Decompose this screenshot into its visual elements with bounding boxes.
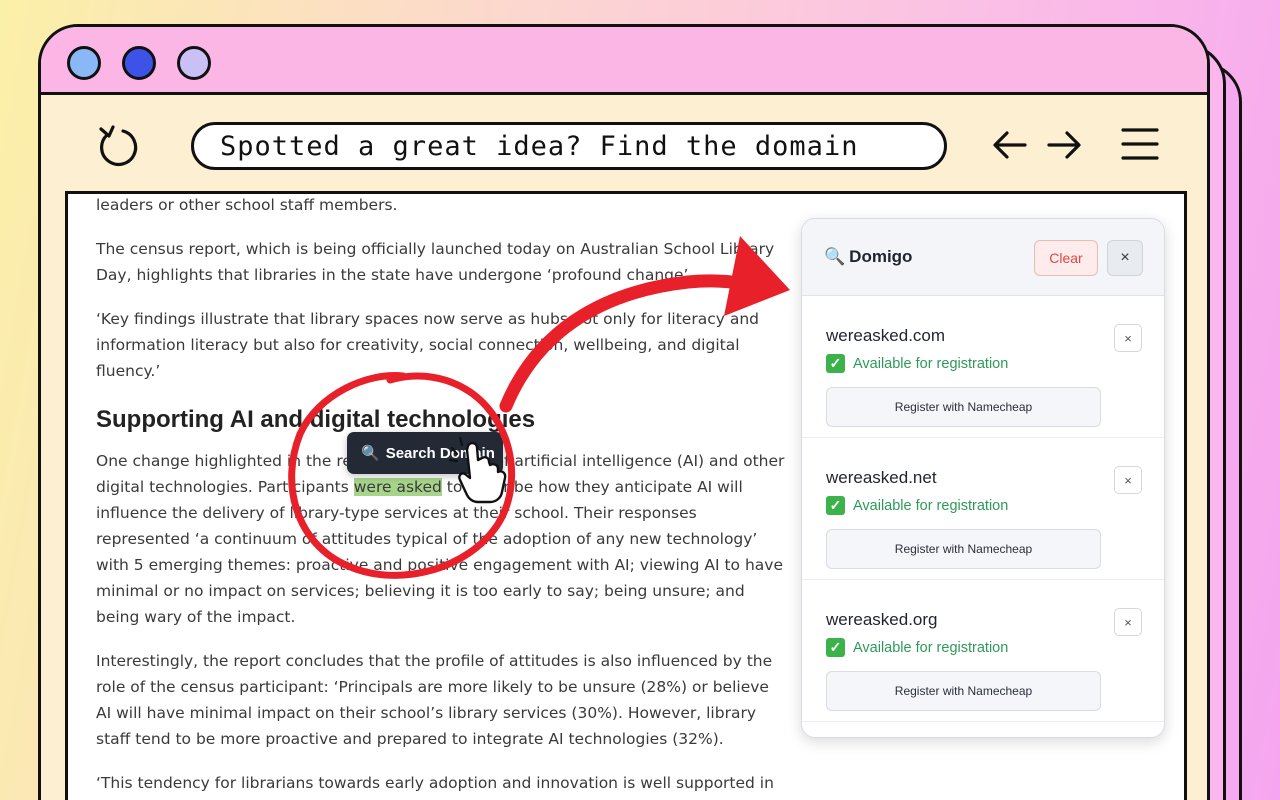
register-button[interactable]: Register with Namecheap	[826, 387, 1101, 427]
reload-icon[interactable]	[93, 121, 141, 169]
hand-cursor-icon	[448, 436, 507, 504]
availability-status: ✓ Available for registration	[826, 354, 1008, 373]
address-text: Spotted a great idea? Find the domain	[220, 130, 859, 162]
check-icon: ✓	[826, 496, 845, 515]
window-dot-1[interactable]	[67, 46, 101, 80]
title-bar	[41, 27, 1207, 95]
clear-button[interactable]: Clear	[1034, 240, 1098, 276]
remove-result-button[interactable]: ×	[1114, 324, 1142, 352]
availability-text: Available for registration	[853, 497, 1009, 514]
back-arrow-icon[interactable]	[991, 127, 1029, 163]
availability-text: Available for registration	[853, 639, 1009, 656]
annotation-arrow	[499, 274, 767, 413]
availability-status: ✓ Available for registration	[826, 638, 1008, 657]
magnifier-icon: 🔍	[824, 247, 846, 266]
check-icon: ✓	[826, 354, 845, 373]
browser-toolbar: Spotted a great idea? Find the domain	[41, 95, 1207, 193]
panel-header: 🔍 Domigo Clear ×	[802, 219, 1164, 296]
remove-result-button[interactable]: ×	[1114, 466, 1142, 494]
forward-arrow-icon[interactable]	[1045, 127, 1083, 163]
page-content: leaders or other school staff members. T…	[65, 191, 1187, 800]
panel-title: 🔍 Domigo	[824, 247, 912, 267]
domain-name: wereasked.com	[826, 326, 946, 345]
window-dot-2[interactable]	[122, 46, 156, 80]
availability-status: ✓ Available for registration	[826, 496, 1008, 515]
window-dot-3[interactable]	[177, 46, 211, 80]
address-bar[interactable]: Spotted a great idea? Find the domain	[191, 122, 947, 170]
menu-icon[interactable]	[1121, 125, 1159, 163]
panel-title-text: Domigo	[849, 247, 913, 266]
close-icon[interactable]: ×	[1107, 240, 1143, 276]
register-button[interactable]: Register with Namecheap	[826, 671, 1101, 711]
domain-result: wereasked.net ✓ Available for registratio…	[802, 438, 1164, 580]
domain-name: wereasked.org	[826, 610, 938, 629]
remove-result-button[interactable]: ×	[1114, 608, 1142, 636]
browser-window: Spotted a great idea? Find the domain le…	[38, 24, 1210, 800]
domain-result: wereasked.com ✓ Available for registratio…	[802, 296, 1164, 438]
domigo-panel: 🔍 Domigo Clear × wereasked.com ✓ Availabl…	[801, 218, 1165, 738]
annotation-arrow-head	[724, 236, 790, 316]
check-icon: ✓	[826, 638, 845, 657]
register-button[interactable]: Register with Namecheap	[826, 529, 1101, 569]
availability-text: Available for registration	[853, 355, 1009, 372]
domain-result: wereasked.org ✓ Available for registratio…	[802, 580, 1164, 722]
domain-name: wereasked.net	[826, 468, 937, 487]
